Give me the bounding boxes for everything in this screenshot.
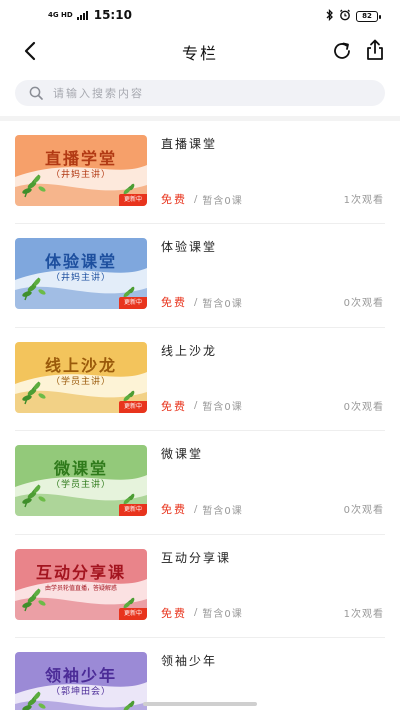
course-item[interactable]: 直播学堂 （井妈主讲） 更新中 直播课堂 免费 / 暂含0课 1次观看	[0, 121, 400, 225]
status-time: 15:10	[93, 8, 132, 22]
course-meta: 免费 / 暂含0课	[161, 191, 243, 207]
refresh-icon	[334, 42, 350, 59]
cover-title: 微课堂	[53, 459, 108, 479]
course-cover: 直播学堂 （井妈主讲） 更新中	[15, 135, 147, 206]
course-title: 体验课堂	[161, 240, 218, 255]
cover-title: 互动分享课	[35, 562, 126, 582]
cover-badge: 更新中	[118, 607, 147, 620]
lesson-count: 暂含0课	[202, 402, 243, 414]
cover-title: 直播学堂	[44, 149, 117, 168]
home-indicator	[143, 702, 257, 706]
cover-subtitle: （学员主讲）	[50, 480, 111, 491]
meta-separator: /	[194, 296, 198, 308]
refresh-button[interactable]	[329, 38, 355, 64]
cover-badge: 更新中	[118, 297, 147, 310]
course-cover: 线上沙龙 （学员主讲） 更新中	[15, 341, 147, 413]
cover-badge: 更新中	[118, 400, 147, 413]
course-title: 领袖少年	[161, 653, 218, 668]
course-cover: 领袖少年 （郭坤田会） 更新中	[15, 651, 147, 710]
view-count: 0次观看	[343, 505, 384, 517]
search-input[interactable]	[53, 86, 353, 100]
course-title: 微课堂	[161, 447, 204, 462]
course-item[interactable]: 领袖少年 （郭坤田会） 更新中 领袖少年 免费 / 暂含0课 0次观看	[0, 638, 400, 710]
course-meta: 免费 / 暂含0课	[161, 501, 243, 517]
lesson-count: 暂含0课	[202, 505, 243, 517]
course-title: 互动分享课	[161, 550, 232, 565]
share-icon	[367, 39, 383, 60]
price-label: 免费	[161, 193, 187, 206]
course-item[interactable]: 线上沙龙 （学员主讲） 更新中 线上沙龙 免费 / 暂含0课 0次观看	[0, 328, 400, 432]
price-label: 免费	[161, 296, 187, 310]
course-meta: 免费 / 暂含0课	[161, 294, 243, 310]
course-cover: 互动分享课 由学员轮值直播，答疑解惑 更新中	[15, 548, 147, 620]
cover-badge: 更新中	[118, 194, 147, 206]
battery-icon: 82	[356, 11, 381, 22]
meta-separator: /	[194, 193, 198, 205]
cover-subtitle: （井妈主讲）	[50, 273, 111, 284]
course-meta: 免费 / 暂含0课	[161, 605, 243, 621]
lesson-count: 暂含0课	[202, 195, 243, 207]
view-count: 0次观看	[343, 401, 384, 413]
course-list: 直播学堂 （井妈主讲） 更新中 直播课堂 免费 / 暂含0课 1次观看 体验课堂…	[0, 121, 400, 710]
meta-separator: /	[194, 607, 198, 619]
cover-title: 领袖少年	[44, 665, 117, 685]
alarm-icon	[339, 9, 351, 24]
cover-badge: 更新中	[118, 504, 147, 517]
network-indicator: 4G HD	[48, 10, 73, 19]
price-label: 免费	[161, 503, 187, 517]
cover-subtitle: （井妈主讲）	[50, 170, 111, 180]
course-item[interactable]: 互动分享课 由学员轮值直播，答疑解惑 更新中 互动分享课 免费 / 暂含0课 1…	[0, 535, 400, 638]
price-label: 免费	[161, 399, 187, 413]
course-cover: 体验课堂 （井妈主讲） 更新中	[15, 238, 147, 310]
signal-icon	[76, 10, 88, 20]
lesson-count: 暂含0课	[202, 609, 243, 621]
cover-subtitle: 由学员轮值直播，答疑解惑	[44, 584, 117, 592]
course-title: 直播课堂	[161, 137, 218, 151]
meta-separator: /	[194, 400, 198, 412]
view-count: 1次观看	[343, 195, 384, 206]
share-button[interactable]	[362, 37, 388, 63]
nav-bar: 专栏	[0, 32, 400, 70]
price-label: 免费	[161, 606, 187, 620]
course-cover: 微课堂 （学员主讲） 更新中	[15, 445, 147, 517]
search-box[interactable]	[15, 80, 385, 106]
cover-title: 线上沙龙	[44, 355, 117, 375]
view-count: 0次观看	[343, 298, 384, 310]
search-icon	[29, 86, 43, 100]
cover-subtitle: （学员主讲）	[50, 376, 111, 387]
view-count: 1次观看	[343, 608, 384, 620]
meta-separator: /	[194, 503, 198, 515]
lesson-count: 暂含0课	[202, 298, 243, 310]
course-meta: 免费 / 暂含0课	[161, 398, 243, 414]
course-title: 线上沙龙	[161, 343, 218, 358]
bluetooth-icon	[326, 8, 334, 24]
cover-title: 体验课堂	[44, 252, 117, 272]
course-item[interactable]: 微课堂 （学员主讲） 更新中 微课堂 免费 / 暂含0课 0次观看	[0, 431, 400, 535]
status-bar: 4G HD 15:10 82	[0, 0, 400, 32]
cover-subtitle: （郭坤田会）	[50, 686, 111, 697]
course-item[interactable]: 体验课堂 （井妈主讲） 更新中 体验课堂 免费 / 暂含0课 0次观看	[0, 224, 400, 328]
